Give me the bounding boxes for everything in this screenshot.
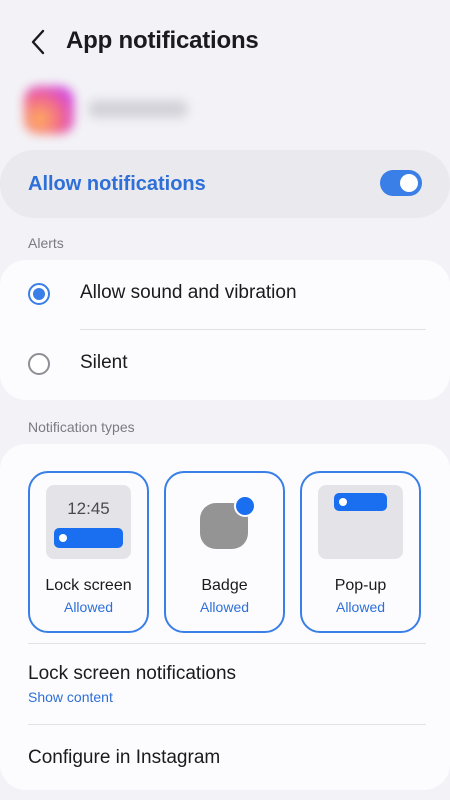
toggle-knob bbox=[400, 174, 418, 192]
configure-in-app-row[interactable]: Configure in Instagram bbox=[0, 728, 450, 788]
alert-option-label: Allow sound and vibration bbox=[80, 282, 297, 303]
divider bbox=[28, 643, 426, 644]
notification-types-section-label: Notification types bbox=[28, 419, 135, 435]
alerts-section-label: Alerts bbox=[28, 235, 64, 251]
popup-preview-icon bbox=[318, 485, 403, 559]
tile-popup[interactable]: Pop-up Allowed bbox=[300, 471, 421, 633]
tile-badge[interactable]: Badge Allowed bbox=[164, 471, 285, 633]
alert-option-sound-vibration[interactable]: Allow sound and vibration bbox=[0, 260, 450, 328]
divider bbox=[28, 724, 426, 725]
row-title: Configure in Instagram bbox=[28, 747, 221, 768]
page-title: App notifications bbox=[66, 27, 259, 54]
app-icon bbox=[24, 86, 74, 134]
app-info bbox=[24, 86, 204, 134]
radio-unselected[interactable] bbox=[28, 353, 50, 375]
radio-selected[interactable] bbox=[28, 283, 50, 305]
chevron-left-icon bbox=[31, 29, 45, 55]
tile-status: Allowed bbox=[63, 599, 114, 615]
tile-name: Lock screen bbox=[45, 577, 132, 594]
back-button[interactable] bbox=[24, 26, 52, 58]
row-title: Lock screen notifications bbox=[28, 663, 237, 684]
tile-status: Allowed bbox=[199, 599, 250, 615]
allow-notifications-toggle[interactable] bbox=[380, 170, 422, 196]
notification-bar-icon bbox=[54, 528, 123, 548]
tile-name: Badge bbox=[201, 577, 248, 594]
tile-status: Allowed bbox=[335, 599, 386, 615]
lock-screen-notifications-row[interactable]: Lock screen notifications Show content bbox=[0, 648, 450, 724]
top-app-bar: App notifications bbox=[0, 0, 450, 84]
preview-clock: 12:45 bbox=[67, 499, 110, 518]
allow-notifications-label: Allow notifications bbox=[28, 173, 206, 195]
lock-screen-preview-icon: 12:45 bbox=[46, 485, 131, 559]
tile-name: Pop-up bbox=[334, 577, 387, 594]
alert-option-label: Silent bbox=[80, 352, 128, 373]
alerts-card: Allow sound and vibration Silent bbox=[0, 260, 450, 400]
alert-option-silent[interactable]: Silent bbox=[0, 330, 450, 398]
badge-dot-icon bbox=[234, 495, 256, 517]
row-subtitle: Show content bbox=[28, 689, 113, 705]
popup-bar-icon bbox=[334, 493, 387, 511]
app-name-blurred bbox=[88, 100, 188, 118]
tile-lock-screen[interactable]: 12:45 Lock screen Allowed bbox=[28, 471, 149, 633]
